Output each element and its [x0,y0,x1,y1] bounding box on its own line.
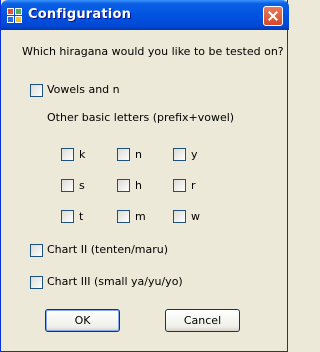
checkbox-t[interactable] [61,210,74,223]
window-title: Configuration [28,7,132,22]
chart2-label: Chart II (tenten/maru) [47,243,169,256]
checkbox-y[interactable] [173,148,186,161]
ok-button[interactable]: OK [45,309,120,332]
label-n: n [135,148,142,161]
label-m: m [135,210,146,223]
configuration-dialog: Configuration Which hiragana would you l… [0,0,289,352]
other-basic-letters-label: Other basic letters (prefix+vowel) [47,111,235,124]
checkbox-m[interactable] [117,210,130,223]
label-r: r [191,179,196,192]
vowels-and-n-checkbox[interactable] [30,84,43,97]
label-s: s [79,179,85,192]
checkbox-h[interactable] [117,179,130,192]
cancel-button[interactable]: Cancel [165,309,240,332]
checkbox-n[interactable] [117,148,130,161]
checkbox-s[interactable] [61,179,74,192]
label-y: y [191,148,198,161]
checkbox-r[interactable] [173,179,186,192]
title-bar[interactable]: Configuration [1,0,289,30]
label-t: t [79,210,84,223]
close-icon[interactable] [263,6,283,26]
label-k: k [79,148,86,161]
label-w: w [191,210,200,223]
checkbox-k[interactable] [61,148,74,161]
chart3-label: Chart III (small ya/yu/yo) [47,275,183,288]
chart2-checkbox[interactable] [30,244,43,257]
checkbox-w[interactable] [173,210,186,223]
windows-app-icon [7,8,23,24]
label-h: h [135,179,142,192]
vowels-and-n-label: Vowels and n [47,83,120,96]
prompt-text: Which hiragana would you like to be test… [22,45,284,58]
chart3-checkbox[interactable] [30,276,43,289]
